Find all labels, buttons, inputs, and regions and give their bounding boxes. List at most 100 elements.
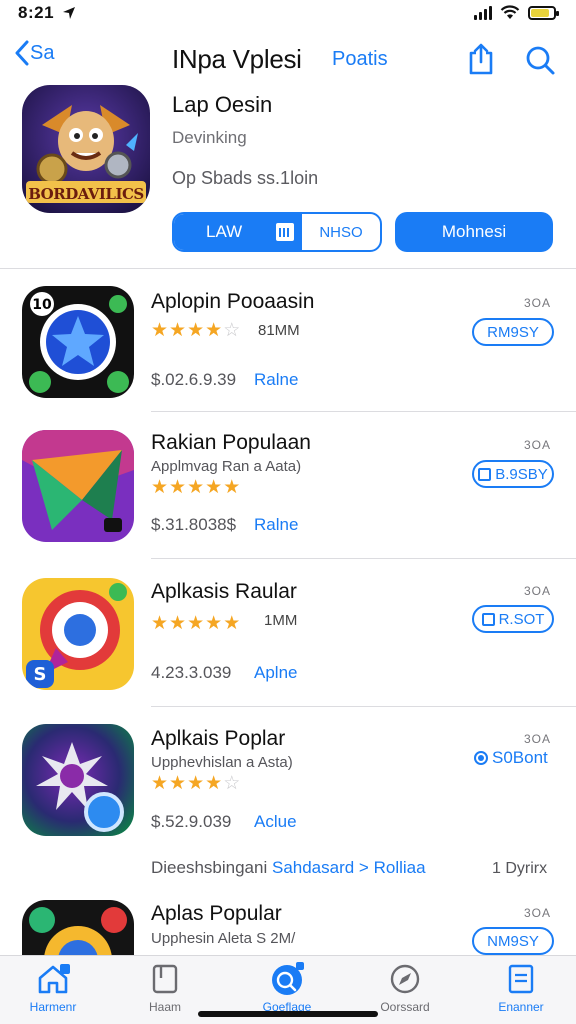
calendar-icon bbox=[478, 467, 492, 481]
back-button[interactable]: Sa bbox=[14, 40, 54, 66]
get-button[interactable]: B.9SBY bbox=[472, 460, 554, 488]
bookmark-icon bbox=[152, 964, 178, 994]
app-link[interactable]: Aclue bbox=[254, 812, 297, 832]
star-icon: ★ bbox=[187, 320, 205, 341]
app-price: 4.23.3.039 bbox=[151, 663, 232, 682]
app-price: $.52.9.039 bbox=[151, 812, 232, 831]
download-icon bbox=[474, 751, 488, 765]
see-all-count: 1 Dyrirx bbox=[492, 860, 548, 877]
navigation-bar: Sa INpa Vplesi Poatis bbox=[0, 36, 576, 82]
star-icon: ★ bbox=[169, 773, 187, 794]
svg-text:10: 10 bbox=[32, 297, 52, 313]
star-icon: ★ bbox=[205, 773, 223, 794]
rating-count: 1MM bbox=[264, 612, 298, 629]
chevron-left-icon bbox=[15, 40, 29, 66]
star-icon: ★ bbox=[205, 320, 223, 341]
home-indicator bbox=[198, 1011, 378, 1017]
segment-nhso-label: NHSO bbox=[319, 223, 363, 241]
back-label: Sa bbox=[30, 41, 55, 64]
tab-bookmarks[interactable]: Haam bbox=[120, 962, 210, 1014]
tab-explore[interactable]: Oorssard bbox=[360, 962, 450, 1014]
document-icon bbox=[508, 964, 534, 994]
battery-icon bbox=[528, 5, 559, 20]
star-icon: ★ bbox=[151, 773, 169, 794]
app-price: $.31.8038$ bbox=[151, 515, 237, 534]
tab-home[interactable]: Harmenr bbox=[8, 962, 98, 1014]
star-icon: ★ bbox=[151, 320, 169, 341]
featured-app-meta: Op Sbads ss.1loin bbox=[172, 168, 319, 188]
featured-app-icon[interactable]: BORDAVILICS bbox=[22, 85, 150, 213]
app-subtitle: Upphesin Aleta S 2M/ bbox=[151, 930, 296, 947]
home-icon bbox=[38, 964, 70, 994]
calendar-icon bbox=[276, 223, 294, 241]
divider bbox=[151, 706, 576, 707]
get-button-label: S0Bont bbox=[492, 748, 548, 767]
rating-stars: ★ ★ ★ ★ ★ bbox=[151, 478, 240, 497]
get-button[interactable]: R.SOT bbox=[472, 605, 554, 633]
app-size: 3OA bbox=[523, 584, 551, 598]
app-icon-4[interactable] bbox=[22, 724, 134, 836]
app-title: Rakian Populaan bbox=[151, 431, 311, 454]
rating-stars: ★ ★ ★ ★ ☆ bbox=[151, 321, 240, 340]
app-size: 3OA bbox=[523, 906, 551, 920]
nav-link[interactable]: Poatis bbox=[332, 48, 388, 71]
star-icon: ★ bbox=[169, 613, 187, 634]
browser-chat-icon: S bbox=[22, 578, 134, 690]
app-icon-3[interactable]: S bbox=[22, 578, 134, 690]
get-button-label: RM9SY bbox=[487, 323, 539, 341]
segment-nhso[interactable]: NHSO bbox=[302, 214, 380, 250]
app-title: Aplas Popular bbox=[151, 902, 282, 925]
divider bbox=[151, 558, 576, 559]
see-all-link[interactable]: Sahdasard > Rolliaa bbox=[272, 858, 426, 877]
page-title: INpa Vplesi bbox=[172, 44, 302, 74]
app-size: 3OA bbox=[523, 438, 551, 452]
burst-game-icon bbox=[22, 724, 134, 836]
app-link[interactable]: Ralne bbox=[254, 515, 298, 535]
status-bar: 8:21 bbox=[0, 0, 576, 28]
segment-law-label: LAW bbox=[206, 222, 243, 241]
app-icon-1[interactable]: 10 bbox=[22, 286, 134, 398]
star-icon: ★ bbox=[223, 613, 241, 634]
tab-games[interactable]: Goeflage bbox=[242, 962, 332, 1014]
star-icon: ★ bbox=[151, 613, 169, 634]
star-icon: ★ bbox=[205, 477, 223, 498]
star-icon: ★ bbox=[169, 477, 187, 498]
star-badge-icon: 10 bbox=[22, 286, 134, 398]
origami-fox-icon bbox=[22, 430, 134, 542]
featured-app-subtitle: Devinking bbox=[172, 128, 247, 147]
get-button-label: B.9SBY bbox=[495, 465, 548, 483]
primary-action-button[interactable]: Mohnesi bbox=[395, 212, 553, 252]
tab-label: Enanner bbox=[498, 1000, 544, 1014]
games-icon bbox=[272, 962, 304, 995]
calendar-icon bbox=[481, 612, 495, 626]
get-button[interactable]: NM9SY bbox=[472, 927, 554, 955]
star-icon: ☆ bbox=[223, 773, 241, 794]
get-button[interactable]: RM9SY bbox=[472, 318, 554, 346]
segmented-control: LAW NHSO bbox=[172, 212, 382, 252]
get-button[interactable]: S0Bont bbox=[474, 748, 548, 768]
app-link[interactable]: Aplne bbox=[254, 663, 297, 683]
app-icon-5[interactable] bbox=[22, 900, 134, 956]
app-size: 3OA bbox=[523, 296, 551, 310]
primary-action-label: Mohnesi bbox=[441, 222, 507, 241]
tab-documents[interactable]: Enanner bbox=[476, 962, 566, 1014]
divider bbox=[0, 268, 576, 269]
star-icon: ★ bbox=[169, 320, 187, 341]
share-icon[interactable] bbox=[466, 42, 496, 76]
get-button-label: NM9SY bbox=[487, 932, 539, 950]
star-icon: ★ bbox=[223, 477, 241, 498]
tab-label: Haam bbox=[148, 1000, 181, 1014]
star-icon: ★ bbox=[187, 773, 205, 794]
featured-app-name: Lap Oesin bbox=[172, 92, 273, 117]
app-title: Aplkais Poplar bbox=[151, 727, 286, 750]
app-link[interactable]: Ralne bbox=[254, 370, 298, 390]
status-time: 8:21 bbox=[18, 3, 55, 22]
app-title: Aplopin Pooaasin bbox=[151, 290, 315, 313]
featured-app-logo-text: BORDAVILICS bbox=[28, 185, 144, 203]
tab-label: Harmenr bbox=[29, 1000, 77, 1014]
segment-law[interactable]: LAW bbox=[174, 214, 302, 250]
search-icon[interactable] bbox=[524, 44, 556, 76]
app-icon-2[interactable] bbox=[22, 430, 134, 542]
star-icon: ★ bbox=[205, 613, 223, 634]
wifi-icon bbox=[500, 5, 520, 19]
